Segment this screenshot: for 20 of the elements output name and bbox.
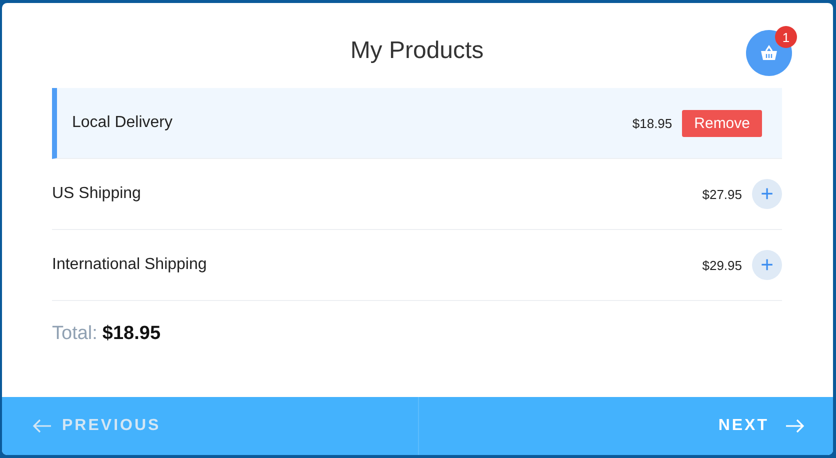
product-name: Local Delivery	[72, 114, 174, 132]
total-label: Total:	[52, 323, 98, 344]
product-row[interactable]: US Shipping $27.95 +	[52, 159, 782, 230]
total-value: $18.95	[102, 323, 161, 344]
product-price: $18.95	[632, 116, 672, 130]
arrow-left-icon	[32, 419, 52, 433]
next-button[interactable]: NEXT	[419, 397, 833, 455]
product-name: US Shipping	[52, 185, 142, 203]
add-button[interactable]: +	[752, 179, 782, 209]
product-row[interactable]: Local Delivery $18.95 Remove	[52, 88, 782, 159]
cart-count-badge: 1	[775, 26, 797, 48]
product-price: $29.95	[702, 258, 742, 272]
basket-icon	[760, 45, 778, 61]
add-button[interactable]: +	[752, 250, 782, 280]
product-row[interactable]: International Shipping $29.95 +	[52, 230, 782, 301]
product-name: International Shipping	[52, 256, 208, 274]
product-price: $27.95	[702, 186, 742, 202]
arrow-right-icon	[785, 419, 805, 433]
remove-button[interactable]: Remove	[682, 110, 762, 136]
page-title: My Products	[350, 36, 484, 64]
